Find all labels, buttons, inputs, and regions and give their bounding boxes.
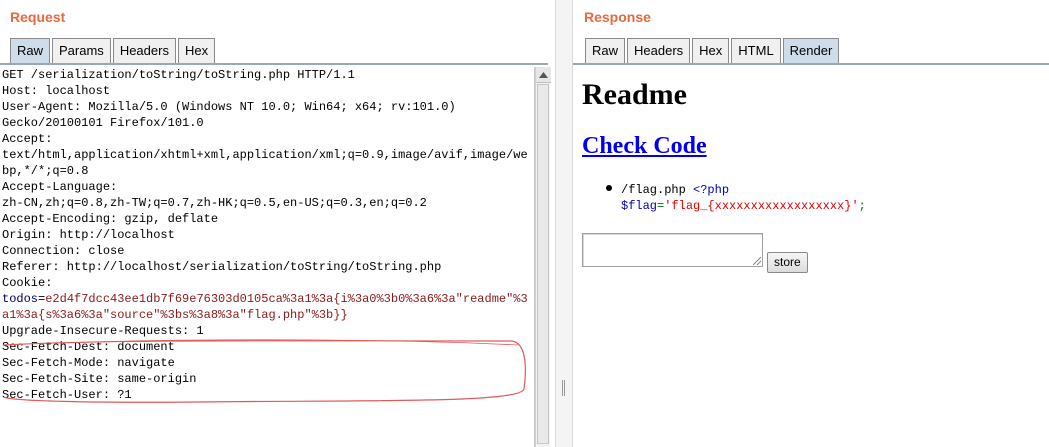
code-path: /flag.php: [621, 183, 686, 197]
code-semicolon: ;: [858, 199, 866, 213]
header-sec-fetch-site: Sec-Fetch-Site: same-origin: [2, 372, 197, 386]
tab-raw[interactable]: Raw: [585, 38, 626, 63]
scroll-thumb[interactable]: [537, 84, 549, 444]
tab-headers[interactable]: Headers: [627, 38, 691, 63]
header-accept-value: text/html,application/xhtml+xml,applicat…: [2, 148, 528, 162]
header-accept-encoding: Accept-Encoding: gzip, deflate: [2, 212, 219, 226]
cookie-value: e2d4f7dcc43ee1db7f69e76303d0105ca%3a1%3a…: [45, 292, 528, 306]
tab-render[interactable]: Render: [782, 38, 840, 63]
cookie-value-cont: a1%3a{s%3a6%3a"source"%3bs%3a8%3a"flag.p…: [2, 308, 348, 322]
request-line: GET /serialization/toString/toString.php…: [2, 68, 355, 82]
tab-raw[interactable]: Raw: [10, 38, 51, 63]
code-flag-value: 'flag_{xxxxxxxxxxxxxxxxxx}': [664, 199, 859, 213]
resize-grip-icon[interactable]: [753, 257, 761, 265]
request-scrollbar[interactable]: [535, 67, 551, 447]
header-sec-fetch-dest: Sec-Fetch-Dest: document: [2, 340, 175, 354]
request-pane: Request Raw Params Headers Hex GET /seri…: [0, 0, 555, 447]
scroll-up-arrow-icon[interactable]: [536, 67, 551, 83]
header-sec-fetch-mode: Sec-Fetch-Mode: navigate: [2, 356, 175, 370]
request-editor[interactable]: GET /serialization/toString/toString.php…: [0, 67, 535, 447]
cookie-value-line: todos=e2d4f7dcc43ee1db7f69e76303d0105ca%…: [2, 292, 528, 306]
rendered-page: Readme Check Code /flag.php <?php $flag=…: [573, 67, 1049, 447]
tab-headers[interactable]: Headers: [112, 38, 176, 63]
header-user-agent: User-Agent: Mozilla/5.0 (Windows NT 10.0…: [2, 100, 456, 114]
tab-strip-divider: [573, 63, 1049, 65]
cookie-value-line-cont: a1%3a{s%3a6%3a"source"%3bs%3a8%3a"flag.p…: [0, 307, 534, 323]
cookie-key: todos: [2, 292, 39, 306]
header-user-agent-cont: Gecko/20100101 Firefox/101.0: [2, 116, 204, 130]
header-origin: Origin: http://localhost: [2, 228, 175, 242]
php-source-snippet: /flag.php <?php $flag='flag_{xxxxxxxxxxx…: [621, 182, 866, 214]
tab-html[interactable]: HTML: [731, 38, 781, 63]
header-referer: Referer: http://localhost/serialization/…: [2, 260, 442, 274]
response-title: Response: [584, 9, 651, 25]
tab-params[interactable]: Params: [52, 38, 111, 63]
header-sec-fetch-user: Sec-Fetch-User: ?1: [2, 388, 132, 402]
splitter-grip-icon[interactable]: [562, 380, 565, 396]
header-accept-language: Accept-Language:: [2, 180, 118, 194]
header-host: Host: localhost: [2, 84, 111, 98]
header-accept-value-cont: bp,*/*;q=0.8: [2, 164, 89, 178]
request-tabs: Raw Params Headers Hex: [10, 38, 217, 63]
source-textarea[interactable]: [582, 233, 763, 267]
header-connection: Connection: close: [2, 244, 125, 258]
header-cookie: Cookie:: [2, 276, 53, 290]
tab-strip-divider: [0, 63, 548, 65]
request-title: Request: [10, 9, 66, 25]
code-variable: $flag: [621, 199, 658, 213]
header-accept: Accept:: [2, 132, 53, 146]
tab-hex[interactable]: Hex: [177, 38, 216, 63]
tab-hex[interactable]: Hex: [692, 38, 730, 63]
store-button[interactable]: store: [767, 252, 808, 273]
bullet-icon: [606, 185, 612, 191]
code-php-open: <?php: [693, 183, 730, 197]
response-pane: Response Raw Headers Hex HTML Render Rea…: [573, 0, 1049, 447]
page-heading: Readme: [582, 78, 687, 111]
check-code-link[interactable]: Check Code: [582, 133, 707, 160]
header-accept-language-value: zh-CN,zh;q=0.8,zh-TW;q=0.7,zh-HK;q=0.5,e…: [2, 196, 427, 210]
header-upgrade-insecure: Upgrade-Insecure-Requests: 1: [2, 324, 204, 338]
response-tabs: Raw Headers Hex HTML Render: [585, 38, 841, 63]
pane-splitter[interactable]: [555, 0, 573, 447]
